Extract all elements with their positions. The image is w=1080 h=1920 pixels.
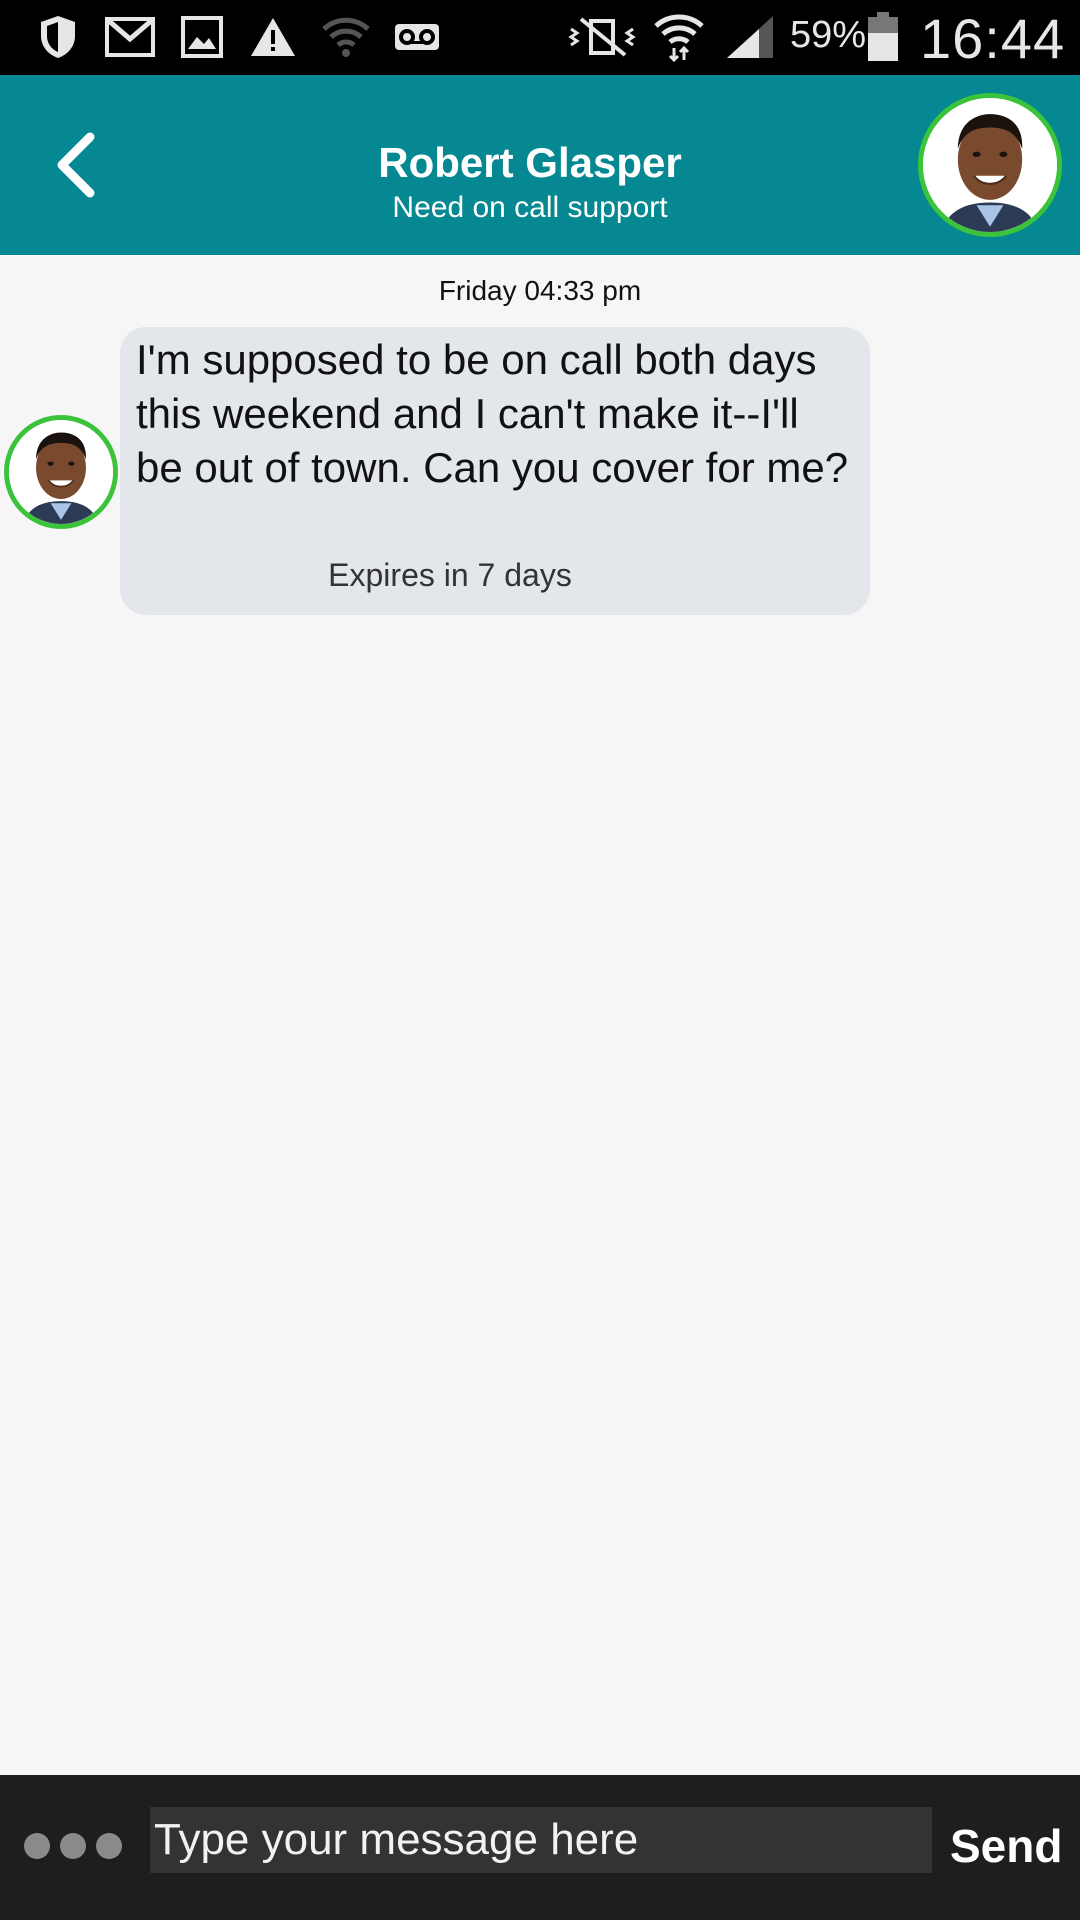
chat-header: Robert Glasper Need on call support — [0, 75, 1080, 255]
vibrate-mute-icon — [566, 12, 638, 62]
signal-icon — [724, 12, 776, 62]
voicemail-icon — [392, 12, 442, 62]
image-icon — [180, 12, 224, 62]
more-dots-icon[interactable] — [24, 1833, 122, 1859]
shield-icon — [36, 12, 80, 62]
battery-percent: 59% — [790, 14, 867, 56]
dot — [96, 1833, 122, 1859]
message-expiry: Expires in 7 days — [328, 557, 572, 593]
person-photo-icon — [923, 98, 1057, 232]
gmail-icon — [104, 12, 156, 62]
conversation-subject: Need on call support — [392, 191, 668, 224]
person-photo-icon — [9, 420, 113, 524]
wifi-outline-icon — [320, 12, 372, 62]
message-input[interactable] — [150, 1807, 932, 1873]
status-bar: 59% 16:44 — [0, 0, 1080, 75]
contact-name: Robert Glasper — [378, 139, 682, 186]
dot — [60, 1833, 86, 1859]
message-list[interactable]: Friday 04:33 pm I'm supposed to be on ca… — [0, 255, 1080, 1775]
clock: 16:44 — [920, 7, 1066, 70]
contact-avatar[interactable] — [918, 93, 1062, 237]
warning-icon — [248, 12, 298, 62]
send-button[interactable]: Send — [950, 1819, 1062, 1873]
composer-bar: Send — [0, 1775, 1080, 1920]
wifi-data-icon — [652, 12, 706, 62]
message-bubble[interactable]: I'm supposed to be on call both days thi… — [120, 327, 870, 615]
chat-screen: Robert Glasper Need on call support Frid… — [0, 75, 1080, 1920]
message-text: I'm supposed to be on call both days thi… — [136, 336, 849, 491]
dot — [24, 1833, 50, 1859]
sender-avatar[interactable] — [4, 415, 118, 529]
message-timestamp: Friday 04:33 pm — [438, 275, 642, 306]
battery-icon — [864, 12, 902, 62]
